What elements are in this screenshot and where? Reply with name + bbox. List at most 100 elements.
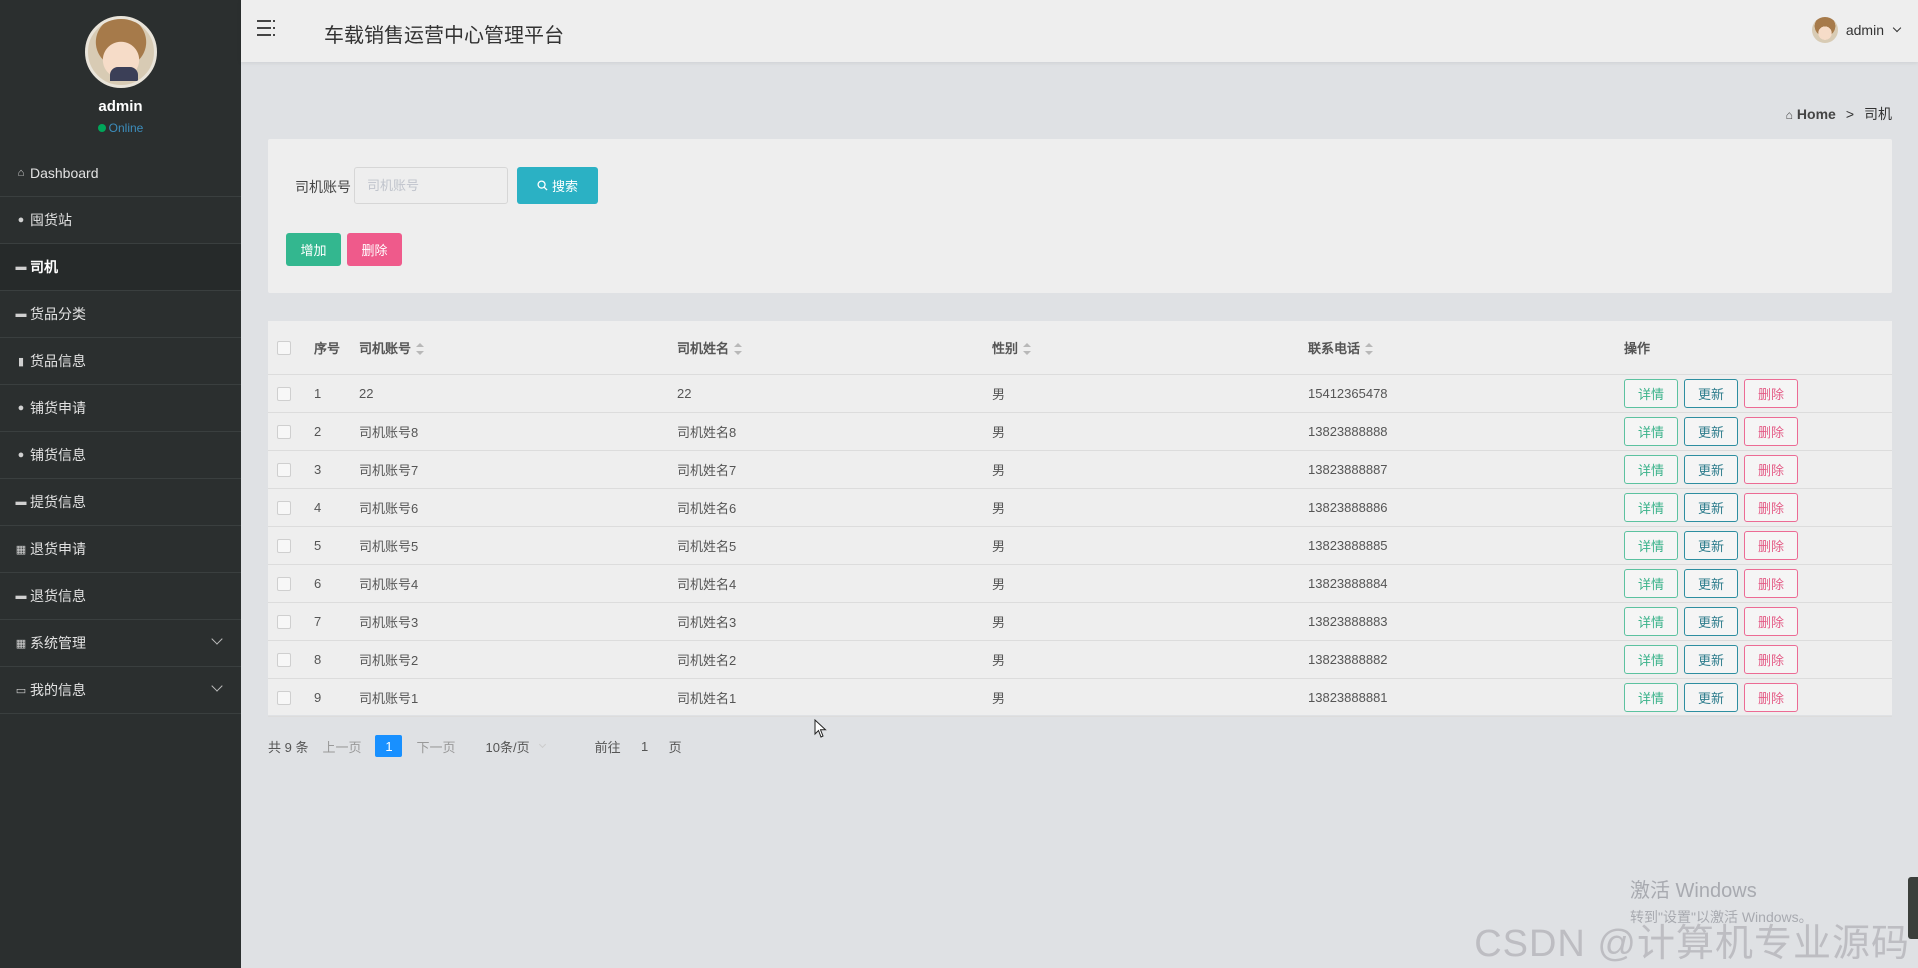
update-button[interactable]: 更新 <box>1684 606 1738 636</box>
sidebar-item-8[interactable]: ▦ 退货申请 <box>0 526 241 573</box>
row-checkbox[interactable] <box>277 462 291 477</box>
row-checkbox[interactable] <box>277 690 291 705</box>
sidebar-item-0[interactable]: ⌂ Dashboard <box>0 150 241 197</box>
row-checkbox[interactable] <box>277 538 291 553</box>
update-button[interactable]: 更新 <box>1684 644 1738 674</box>
detail-button[interactable]: 详情 <box>1624 644 1678 674</box>
side-tool-widget[interactable] <box>1908 877 1918 939</box>
search-button[interactable]: 搜索 <box>517 167 598 204</box>
cell-gender: 男 <box>992 564 1308 603</box>
cell-account: 22 <box>359 374 677 413</box>
detail-button[interactable]: 详情 <box>1624 606 1678 636</box>
cell-index: 7 <box>314 602 359 641</box>
sidebar-item-label: 囤货站 <box>30 212 72 228</box>
row-checkbox[interactable] <box>277 652 291 667</box>
update-button[interactable]: 更新 <box>1684 454 1738 484</box>
cell-index: 3 <box>314 450 359 489</box>
breadcrumb: ⌂ Home > 司机 <box>1786 104 1892 124</box>
row-checkbox[interactable] <box>277 386 291 401</box>
cell-name: 司机姓名1 <box>677 678 992 717</box>
row-checkbox[interactable] <box>277 576 291 591</box>
detail-button[interactable]: 详情 <box>1624 492 1678 522</box>
detail-button[interactable]: 详情 <box>1624 568 1678 598</box>
sidebar-item-2[interactable]: ▬ 司机 <box>0 244 241 291</box>
cell-index: 9 <box>314 678 359 717</box>
breadcrumb-home[interactable]: ⌂ Home <box>1786 106 1836 122</box>
cell-phone: 13823888883 <box>1308 602 1624 641</box>
sidebar-item-9[interactable]: ▬ 退货信息 <box>0 573 241 620</box>
breadcrumb-separator: > <box>1845 106 1854 122</box>
sort-icon[interactable] <box>1365 343 1374 356</box>
sidebar-item-10[interactable]: ▦ 系统管理 <box>0 620 241 667</box>
sort-icon[interactable] <box>1023 343 1032 356</box>
delete-button[interactable]: 删除 <box>1744 492 1798 522</box>
cell-account: 司机账号3 <box>359 602 677 641</box>
col-header-phone[interactable]: 联系电话 <box>1308 321 1624 375</box>
table-row: 1 22 22 男 15412365478 详情 更新 删除 <box>268 374 1892 413</box>
detail-button[interactable]: 详情 <box>1624 416 1678 446</box>
page-size-select[interactable]: 10条/页 <box>486 737 546 756</box>
batch-delete-button[interactable]: 删除 <box>347 233 402 266</box>
cell-phone: 13823888886 <box>1308 488 1624 527</box>
col-header-name[interactable]: 司机姓名 <box>677 321 992 375</box>
sort-icon[interactable] <box>416 343 425 356</box>
col-header-account[interactable]: 司机账号 <box>359 321 677 375</box>
goto-page-input[interactable]: 1 <box>629 739 661 754</box>
cell-actions: 详情 更新 删除 <box>1624 602 1892 641</box>
col-header-index: 序号 <box>314 321 359 375</box>
online-status: Online <box>97 121 143 135</box>
cell-actions: 详情 更新 删除 <box>1624 678 1892 717</box>
update-button[interactable]: 更新 <box>1684 530 1738 560</box>
select-all-checkbox[interactable] <box>277 341 291 356</box>
detail-button[interactable]: 详情 <box>1624 682 1678 712</box>
update-button[interactable]: 更新 <box>1684 568 1738 598</box>
cell-index: 5 <box>314 526 359 565</box>
sidebar-item-7[interactable]: ▬ 提货信息 <box>0 479 241 526</box>
delete-button[interactable]: 删除 <box>1744 416 1798 446</box>
delete-button[interactable]: 删除 <box>1744 644 1798 674</box>
menu-item-icon: ● <box>17 449 25 461</box>
menu-toggle-icon[interactable] <box>257 20 277 40</box>
col-header-gender[interactable]: 性别 <box>992 321 1308 375</box>
cell-account: 司机账号2 <box>359 640 677 679</box>
chevron-down-icon <box>211 680 223 692</box>
delete-button[interactable]: 删除 <box>1744 682 1798 712</box>
detail-button[interactable]: 详情 <box>1624 530 1678 560</box>
update-button[interactable]: 更新 <box>1684 416 1738 446</box>
menu-item-icon: ● <box>17 214 25 226</box>
detail-button[interactable]: 详情 <box>1624 378 1678 408</box>
sort-icon[interactable] <box>734 343 743 356</box>
prev-page-button[interactable]: 上一页 <box>322 737 361 756</box>
user-profile: admin Online <box>0 0 241 150</box>
sidebar-item-5[interactable]: ● 铺货申请 <box>0 385 241 432</box>
cell-index: 2 <box>314 412 359 451</box>
add-button[interactable]: 增加 <box>286 233 341 266</box>
cell-name: 司机姓名7 <box>677 450 992 489</box>
cell-phone: 13823888884 <box>1308 564 1624 603</box>
delete-button[interactable]: 删除 <box>1744 606 1798 636</box>
row-checkbox[interactable] <box>277 614 291 629</box>
next-page-button[interactable]: 下一页 <box>416 737 455 756</box>
user-menu[interactable]: admin <box>1811 17 1902 43</box>
update-button[interactable]: 更新 <box>1684 378 1738 408</box>
search-input[interactable] <box>354 167 508 204</box>
delete-button[interactable]: 删除 <box>1744 568 1798 598</box>
menu-item-icon: ⌂ <box>17 167 25 179</box>
delete-button[interactable]: 删除 <box>1744 530 1798 560</box>
cell-gender: 男 <box>992 640 1308 679</box>
row-checkbox[interactable] <box>277 500 291 515</box>
sidebar-item-11[interactable]: ▭ 我的信息 <box>0 667 241 714</box>
sidebar-item-6[interactable]: ● 铺货信息 <box>0 432 241 479</box>
detail-button[interactable]: 详情 <box>1624 454 1678 484</box>
update-button[interactable]: 更新 <box>1684 682 1738 712</box>
sidebar-item-1[interactable]: ● 囤货站 <box>0 197 241 244</box>
delete-button[interactable]: 删除 <box>1744 454 1798 484</box>
row-checkbox[interactable] <box>277 424 291 439</box>
goto-page: 前往 1 页 <box>595 737 682 756</box>
page-number-current[interactable]: 1 <box>375 735 403 757</box>
update-button[interactable]: 更新 <box>1684 492 1738 522</box>
sidebar-menu: ⌂ Dashboard ● 囤货站 ▬ 司机 ▬ 货品分类 ▮ 货品信息 ● 铺货申请 ● 铺货信息 ▬ 提货… <box>0 150 241 714</box>
sidebar-item-4[interactable]: ▮ 货品信息 <box>0 338 241 385</box>
delete-button[interactable]: 删除 <box>1744 378 1798 408</box>
sidebar-item-3[interactable]: ▬ 货品分类 <box>0 291 241 338</box>
